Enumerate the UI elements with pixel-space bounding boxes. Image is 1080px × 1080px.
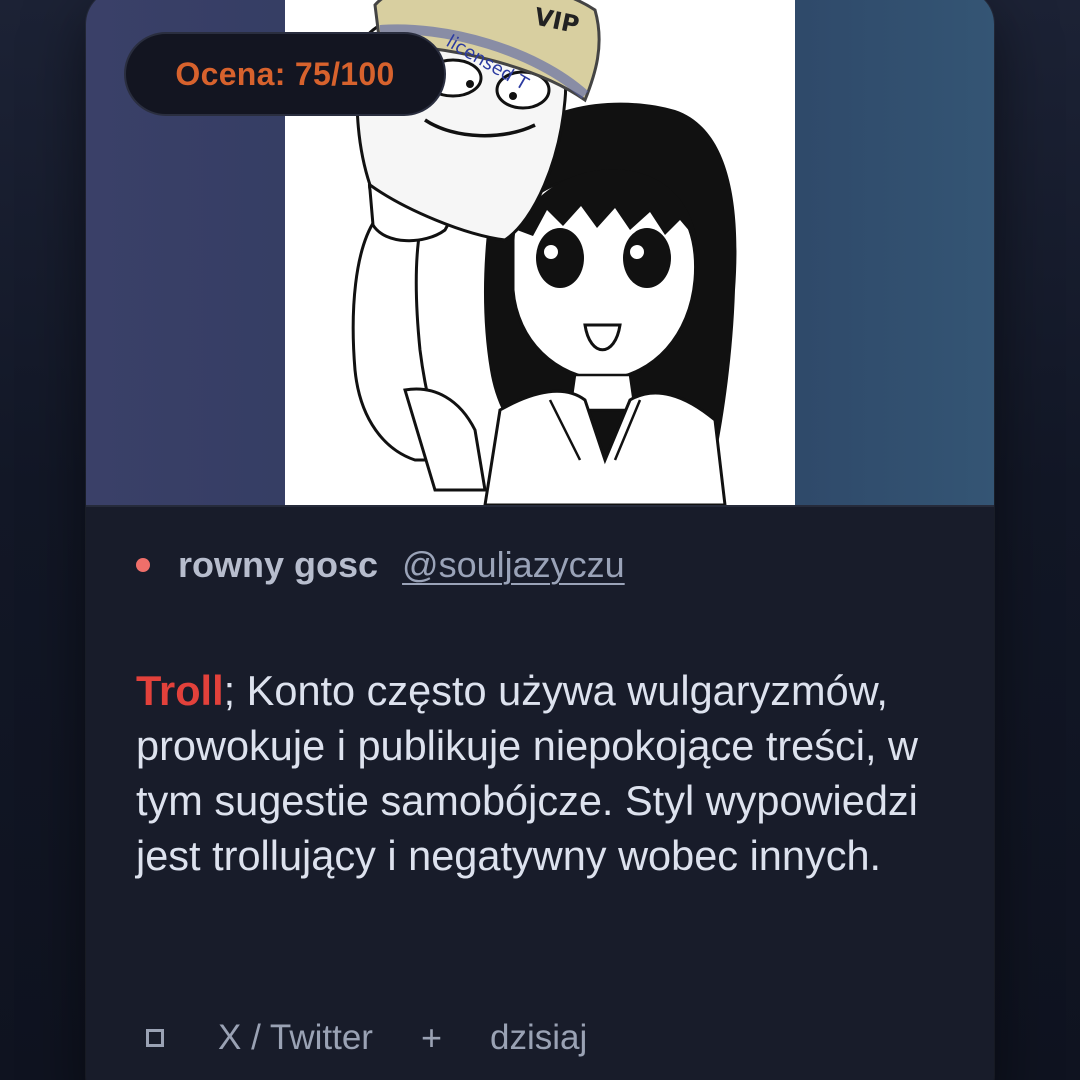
status-dot	[136, 558, 150, 572]
description-text: ; Konto często używa wulgaryzmów, prowok…	[136, 667, 918, 879]
author-row: rowny gosc @souljazyczu	[136, 540, 625, 590]
square-icon	[146, 1029, 164, 1047]
author-handle-link[interactable]: @souljazyczu	[402, 544, 625, 586]
post-card: VIP licensed T Ocena: 75/100 rowny gosc …	[86, 0, 994, 1080]
date-label: dzisiaj	[490, 1018, 588, 1057]
source-label[interactable]: X / Twitter	[218, 1018, 373, 1058]
score-badge: Ocena: 75/100	[124, 32, 446, 116]
post-hero: VIP licensed T Ocena: 75/100	[86, 0, 994, 505]
plus-icon: +	[420, 1017, 442, 1058]
author-name: rowny gosc	[178, 544, 379, 585]
classification-tag: Troll	[136, 667, 224, 714]
post-description: Troll; Konto często używa wulgaryzmów, p…	[136, 663, 956, 883]
post-footer: X / Twitter + dzisiaj	[146, 1015, 587, 1061]
divider	[86, 505, 994, 507]
